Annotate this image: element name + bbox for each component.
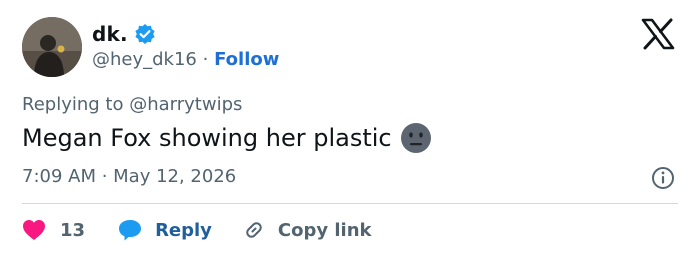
info-icon[interactable] bbox=[651, 166, 675, 190]
name-row: dk. bbox=[92, 22, 156, 46]
avatar-photo bbox=[22, 17, 82, 77]
tweet-actions: 13 Reply Copy link bbox=[22, 216, 372, 244]
avatar[interactable] bbox=[22, 17, 82, 77]
tweet-body: Megan Fox showing her plastic bbox=[22, 122, 432, 154]
handle-row: @hey_dk16 · Follow bbox=[92, 49, 279, 70]
neutral-face-emoji-icon bbox=[400, 122, 432, 154]
verified-badge-icon bbox=[134, 23, 156, 45]
reply-prefix: Replying to bbox=[22, 94, 124, 115]
reply-bubble-icon bbox=[119, 220, 142, 241]
heart-icon bbox=[23, 220, 45, 240]
tweet-card: dk. @hey_dk16 · Follow Replying to @harr… bbox=[0, 0, 700, 256]
reply-button[interactable]: Reply bbox=[117, 218, 212, 242]
copy-link-button[interactable]: Copy link bbox=[242, 218, 372, 242]
tweet-text: Megan Fox showing her plastic bbox=[22, 124, 392, 152]
like-button[interactable]: 13 bbox=[22, 219, 85, 241]
like-count: 13 bbox=[60, 219, 86, 241]
x-logo-icon[interactable] bbox=[640, 18, 676, 50]
divider bbox=[22, 203, 678, 204]
reply-context: Replying to @harrytwips bbox=[22, 94, 242, 115]
user-handle[interactable]: @hey_dk16 bbox=[92, 49, 197, 70]
tweet-timestamp[interactable]: 7:09 AM · May 12, 2026 bbox=[22, 166, 236, 187]
reply-mention-link[interactable]: @harrytwips bbox=[129, 94, 242, 115]
copy-link-label: Copy link bbox=[277, 219, 372, 241]
handle-separator: · bbox=[202, 49, 209, 70]
follow-button[interactable]: Follow bbox=[214, 49, 279, 70]
reply-label: Reply bbox=[155, 219, 212, 241]
display-name[interactable]: dk. bbox=[92, 22, 128, 46]
link-icon bbox=[246, 222, 262, 238]
